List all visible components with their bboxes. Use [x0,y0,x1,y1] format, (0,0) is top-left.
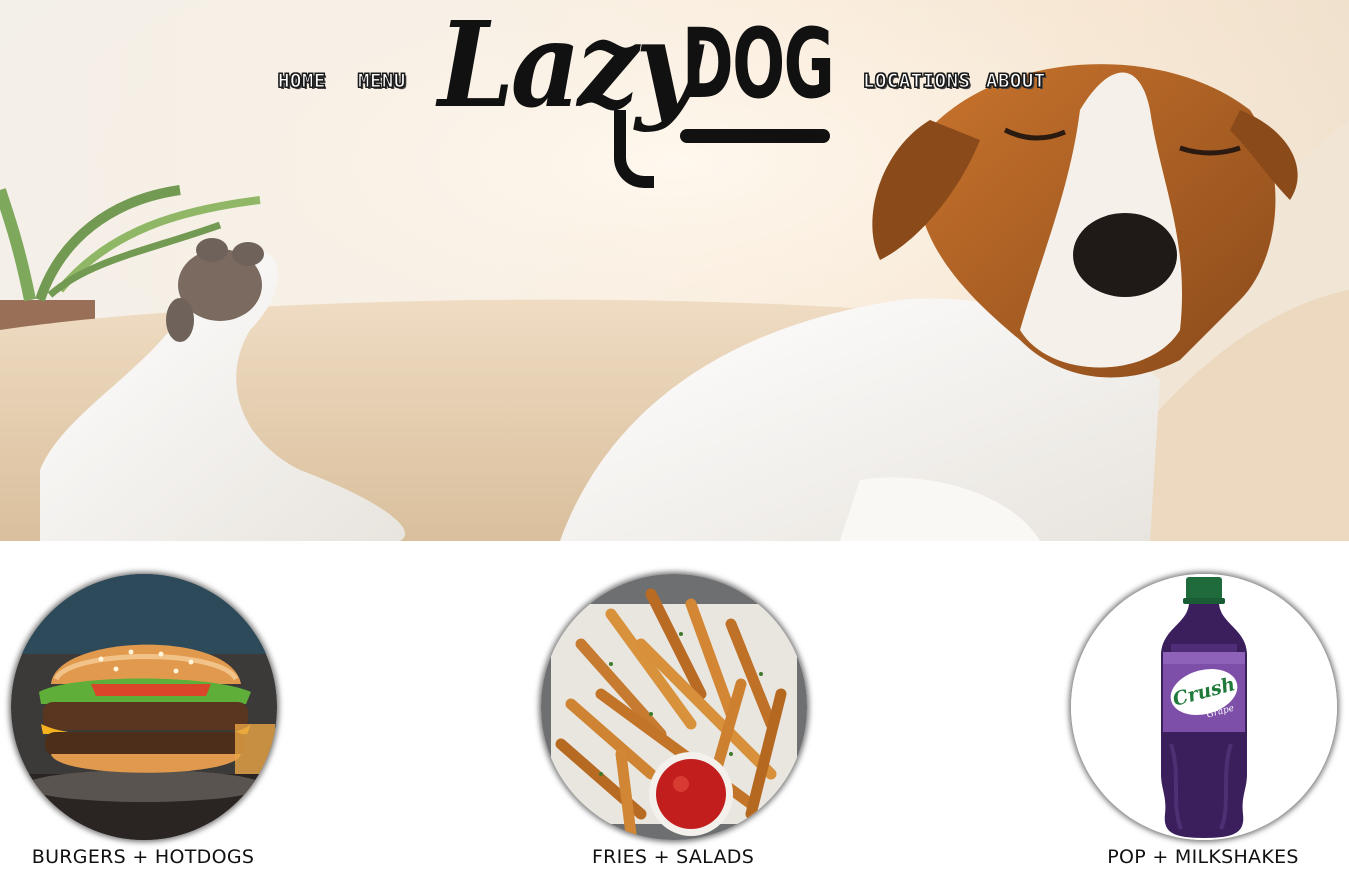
grape-crush-bottle-illustration: Crush Grape [1071,574,1337,840]
logo-descender [614,110,654,188]
page: HOME MENU Lazy DOG LOCATIONS ABOUT BURGE… [0,0,1349,869]
category-label[interactable]: BURGERS + HOTDOGS [3,846,283,868]
nav-locations-link[interactable]: LOCATIONS [862,70,970,93]
logo-underline [680,129,830,143]
nav-menu-link[interactable]: MENU [358,70,406,93]
logo-block-text: DOG [682,8,835,120]
category-label[interactable]: POP + MILKSHAKES [1063,846,1343,868]
lazy-dog-logo[interactable]: Lazy DOG [432,0,837,192]
grape-crush-photo[interactable]: Crush Grape [1071,574,1337,840]
hero-banner: HOME MENU Lazy DOG LOCATIONS ABOUT [0,0,1349,541]
fries-illustration [541,574,807,840]
burger-photo[interactable] [11,574,277,840]
nav-about-link[interactable]: ABOUT [986,70,1046,93]
burger-illustration [11,574,277,840]
category-label[interactable]: FRIES + SALADS [533,846,813,868]
logo-script-text: Lazy [438,0,698,134]
nav-home-link[interactable]: HOME [278,70,326,93]
menu-categories: BURGERS + HOTDOGS FRIES + SALADS Crush G… [0,541,1349,869]
fries-photo[interactable] [541,574,807,840]
